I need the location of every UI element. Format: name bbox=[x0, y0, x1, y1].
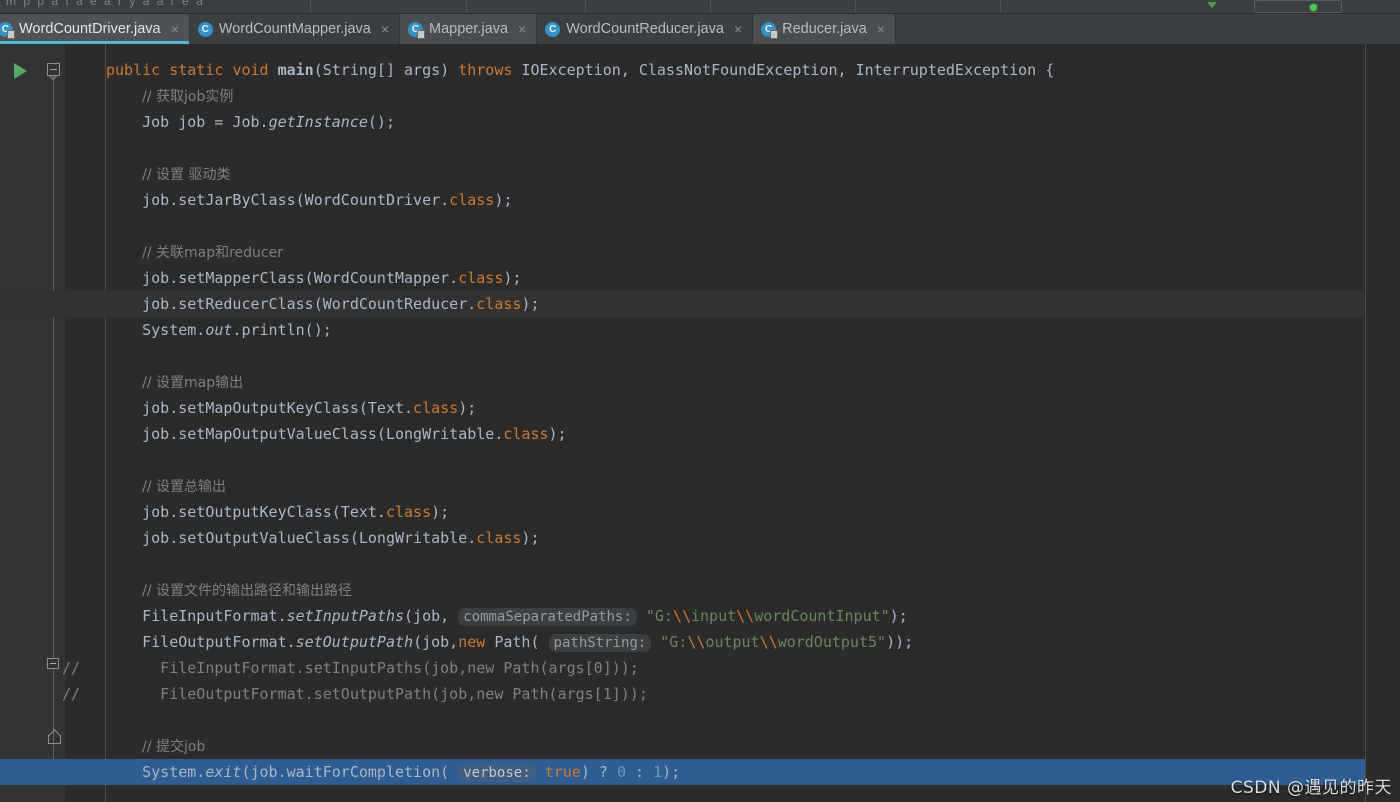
code-text-layer[interactable]: public static void main(String[] args) t… bbox=[0, 44, 1400, 802]
java-class-icon: C bbox=[545, 21, 561, 37]
editor-tab-bar[interactable]: C WordCountDriver.java × C WordCountMapp… bbox=[0, 14, 1400, 44]
status-green-dot-icon bbox=[1310, 4, 1317, 11]
tab-close-icon[interactable]: × bbox=[518, 22, 526, 36]
code-line[interactable]: job.setJarByClass(WordCountDriver.class)… bbox=[0, 187, 1365, 213]
code-line[interactable] bbox=[0, 135, 1365, 161]
code-line[interactable] bbox=[0, 213, 1365, 239]
java-class-icon: C bbox=[197, 21, 213, 37]
tab-close-icon[interactable]: × bbox=[381, 22, 389, 36]
editor-tab-reducer[interactable]: C Reducer.java × bbox=[753, 14, 896, 44]
watermark-text: CSDN @遇见的昨天 bbox=[1230, 778, 1392, 798]
code-line[interactable]: // 关联map和reducer bbox=[0, 239, 1365, 265]
tab-close-icon[interactable]: × bbox=[734, 22, 742, 36]
code-line[interactable]: FileInputFormat.setInputPaths(job, comma… bbox=[0, 603, 1365, 629]
code-line[interactable]: job.setMapperClass(WordCountMapper.class… bbox=[0, 265, 1365, 291]
code-line[interactable]: public static void main(String[] args) t… bbox=[0, 57, 1365, 83]
editor-tab-wordcountreducer[interactable]: C WordCountReducer.java × bbox=[537, 14, 754, 44]
code-line-commented[interactable]: // FileOutputFormat.setOutputPath(job,ne… bbox=[0, 681, 1365, 707]
code-line[interactable]: Job job = Job.getInstance(); bbox=[0, 109, 1365, 135]
code-line[interactable]: job.setOutputValueClass(LongWritable.cla… bbox=[0, 525, 1365, 551]
code-line[interactable]: // 设置 驱动类 bbox=[0, 161, 1365, 187]
ide-window: m p p a t a e a r y a a r e a C WordCoun… bbox=[0, 0, 1400, 802]
code-line[interactable]: job.setMapOutputKeyClass(Text.class); bbox=[0, 395, 1365, 421]
java-class-icon: C bbox=[408, 21, 426, 39]
tab-bar-filler bbox=[896, 14, 1400, 44]
code-line[interactable] bbox=[0, 551, 1365, 577]
code-line[interactable] bbox=[0, 447, 1365, 473]
editor-tab-wordcountmapper[interactable]: C WordCountMapper.java × bbox=[190, 14, 401, 44]
code-line-commented[interactable]: // FileInputFormat.setInputPaths(job,new… bbox=[0, 655, 1365, 681]
code-line-selected[interactable]: System.exit(job.waitForCompletion( verbo… bbox=[0, 759, 1365, 785]
tab-close-icon[interactable]: × bbox=[171, 22, 179, 36]
editor-tab-wordcountdriver[interactable]: C WordCountDriver.java × bbox=[0, 14, 190, 44]
toolbar-strip: m p p a t a e a r y a a r e a bbox=[0, 0, 1400, 14]
run-chevron-icon[interactable] bbox=[1207, 2, 1217, 8]
code-line[interactable]: // 设置map输出 bbox=[0, 369, 1365, 395]
code-line[interactable]: // 设置文件的输出路径和输出路径 bbox=[0, 577, 1365, 603]
parameter-hint: commaSeparatedPaths: bbox=[458, 608, 637, 626]
editor-tab-label: WordCountDriver.java bbox=[19, 21, 161, 37]
editor-tab-mapper[interactable]: C Mapper.java × bbox=[400, 14, 538, 44]
editor-tab-label: Mapper.java bbox=[429, 21, 509, 37]
toolbar-separator bbox=[585, 0, 586, 13]
editor-tab-label: Reducer.java bbox=[782, 21, 867, 37]
code-line[interactable]: job.setMapOutputValueClass(LongWritable.… bbox=[0, 421, 1365, 447]
editor-tab-label: WordCountMapper.java bbox=[218, 21, 371, 37]
code-line[interactable]: job.setOutputKeyClass(Text.class); bbox=[0, 499, 1365, 525]
code-line[interactable]: System.out.println(); bbox=[0, 317, 1365, 343]
toolbar-separator bbox=[310, 0, 311, 13]
toolbar-separator bbox=[1000, 0, 1001, 13]
run-configuration-selector[interactable] bbox=[1254, 0, 1342, 13]
code-editor[interactable]: public static void main(String[] args) t… bbox=[0, 44, 1400, 802]
java-class-icon: C bbox=[761, 21, 779, 39]
toolbar-separator bbox=[855, 0, 856, 13]
code-line[interactable]: // 获取job实例 bbox=[0, 83, 1365, 109]
editor-tab-label: WordCountReducer.java bbox=[566, 21, 724, 37]
toolbar-separator bbox=[466, 0, 467, 13]
tab-close-icon[interactable]: × bbox=[877, 22, 885, 36]
code-line[interactable]: // 设置总输出 bbox=[0, 473, 1365, 499]
code-line[interactable]: FileOutputFormat.setOutputPath(job,new P… bbox=[0, 629, 1365, 655]
code-line[interactable] bbox=[0, 707, 1365, 733]
code-line-current[interactable]: job.setReducerClass(WordCountReducer.cla… bbox=[0, 291, 1365, 317]
toolbar-separator bbox=[710, 0, 711, 13]
code-line[interactable]: // 提交job bbox=[0, 733, 1365, 759]
java-class-icon: C bbox=[0, 21, 15, 39]
toolbar-ghost-text: m p p a t a e a r y a a r e a bbox=[6, 0, 205, 8]
parameter-hint: verbose: bbox=[458, 764, 536, 782]
code-line[interactable] bbox=[0, 343, 1365, 369]
parameter-hint: pathString: bbox=[548, 634, 652, 652]
